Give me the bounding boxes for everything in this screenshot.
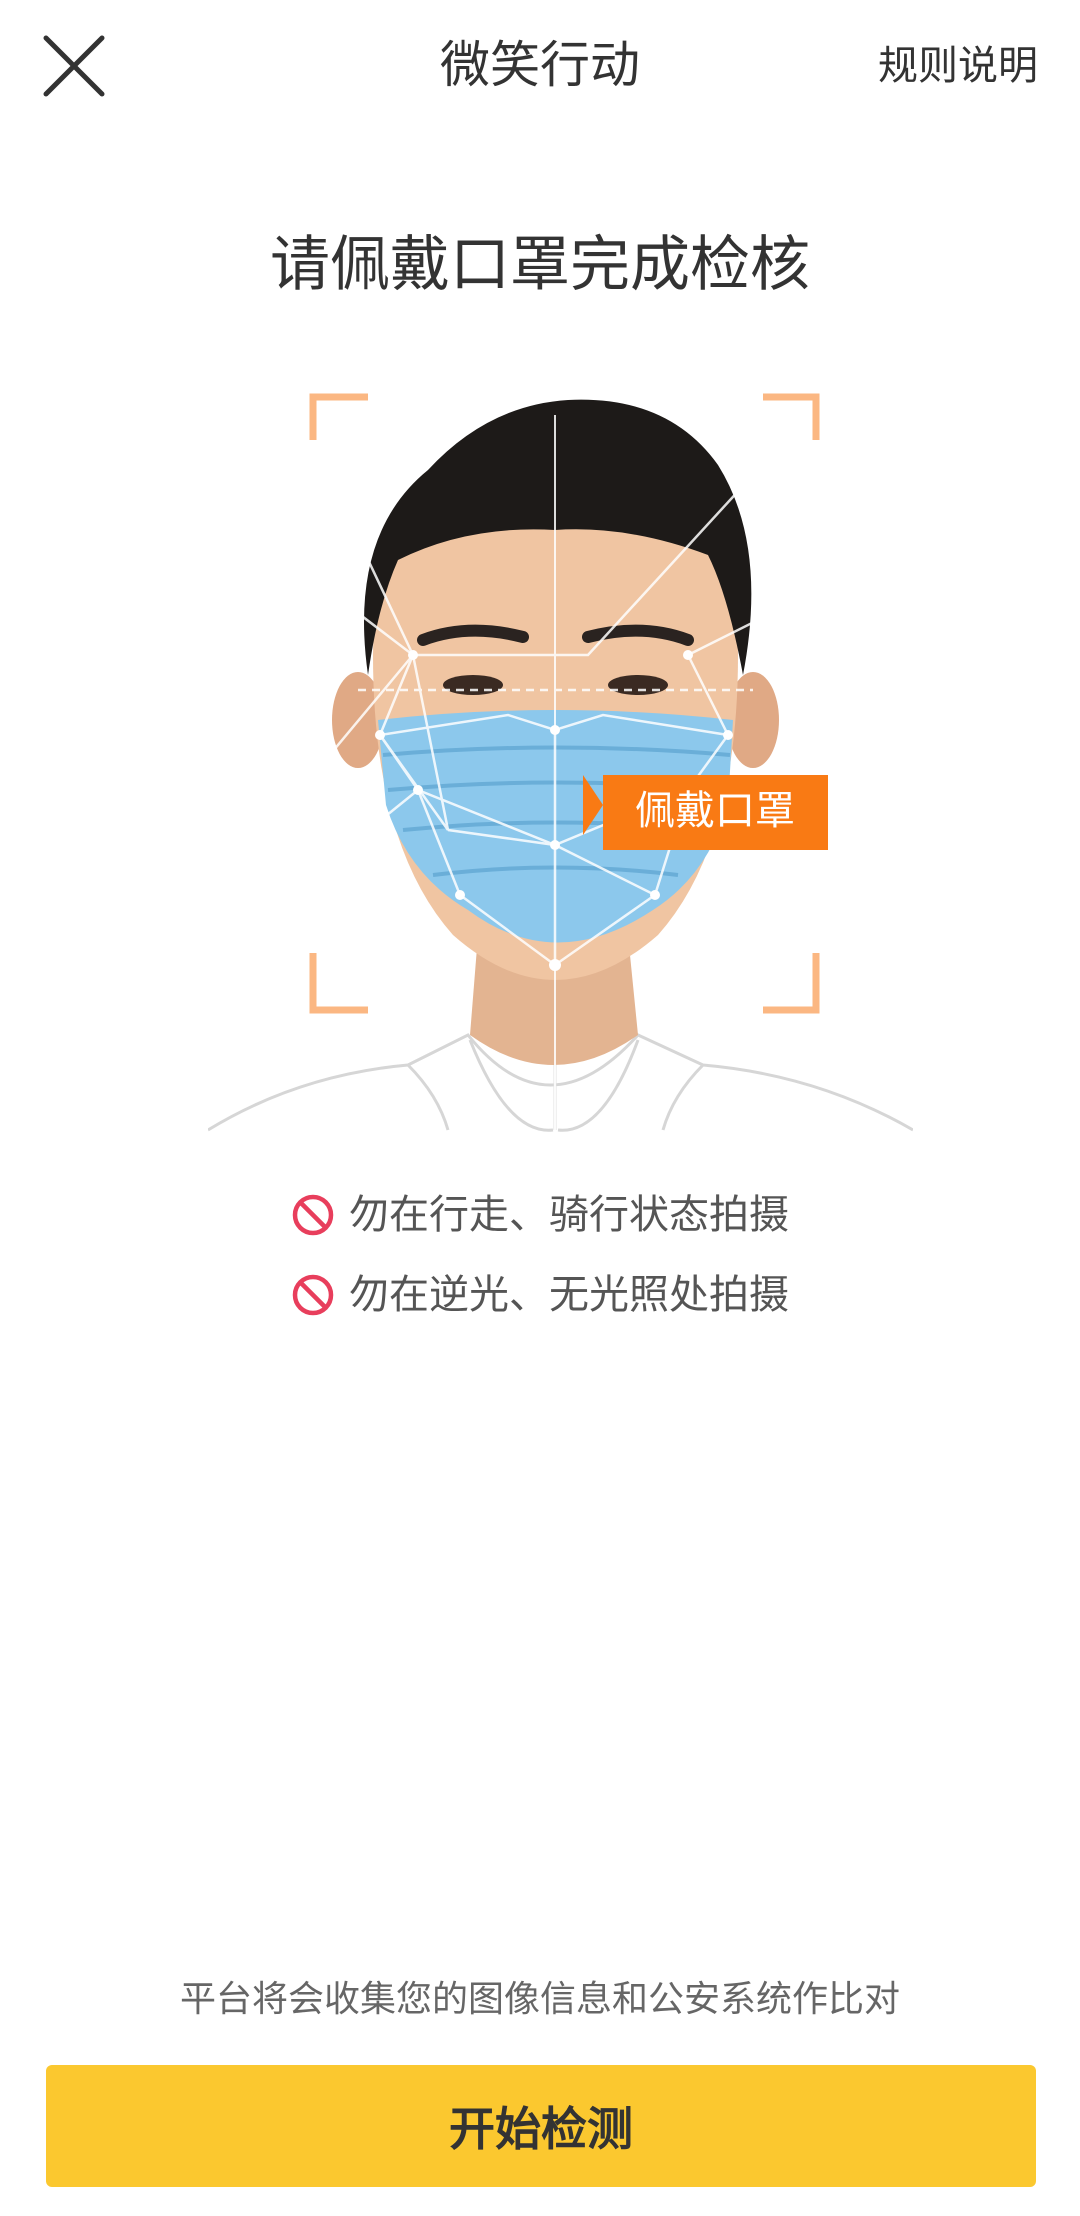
start-detection-button[interactable]: 开始检测 <box>46 2065 1036 2187</box>
mask-tag: 佩戴口罩 <box>583 775 828 850</box>
prohibited-icon <box>291 1273 335 1317</box>
tip-text: 勿在行走、骑行状态拍摄 <box>349 1192 789 1238</box>
header-bar: 微笑行动 规则说明 <box>0 0 1080 130</box>
tip-item: 勿在逆光、无光照处拍摄 <box>0 1265 1080 1325</box>
prohibited-icon <box>291 1193 335 1237</box>
instruction-title: 请佩戴口罩完成检核 <box>270 230 810 300</box>
right-eye <box>608 675 668 695</box>
privacy-note: 平台将会收集您的图像信息和公安系统作比对 <box>179 1979 900 2020</box>
mask-tag-label: 佩戴口罩 <box>635 788 795 834</box>
rules-link[interactable]: 规则说明 <box>878 40 1038 92</box>
tips-list: 勿在行走、骑行状态拍摄 勿在逆光、无光照处拍摄 <box>0 1185 1080 1345</box>
tip-text: 勿在逆光、无光照处拍摄 <box>349 1272 789 1318</box>
tip-item: 勿在行走、骑行状态拍摄 <box>0 1185 1080 1245</box>
face-mask-illustration: 佩戴口罩 <box>208 375 913 1135</box>
left-eye <box>443 675 503 695</box>
